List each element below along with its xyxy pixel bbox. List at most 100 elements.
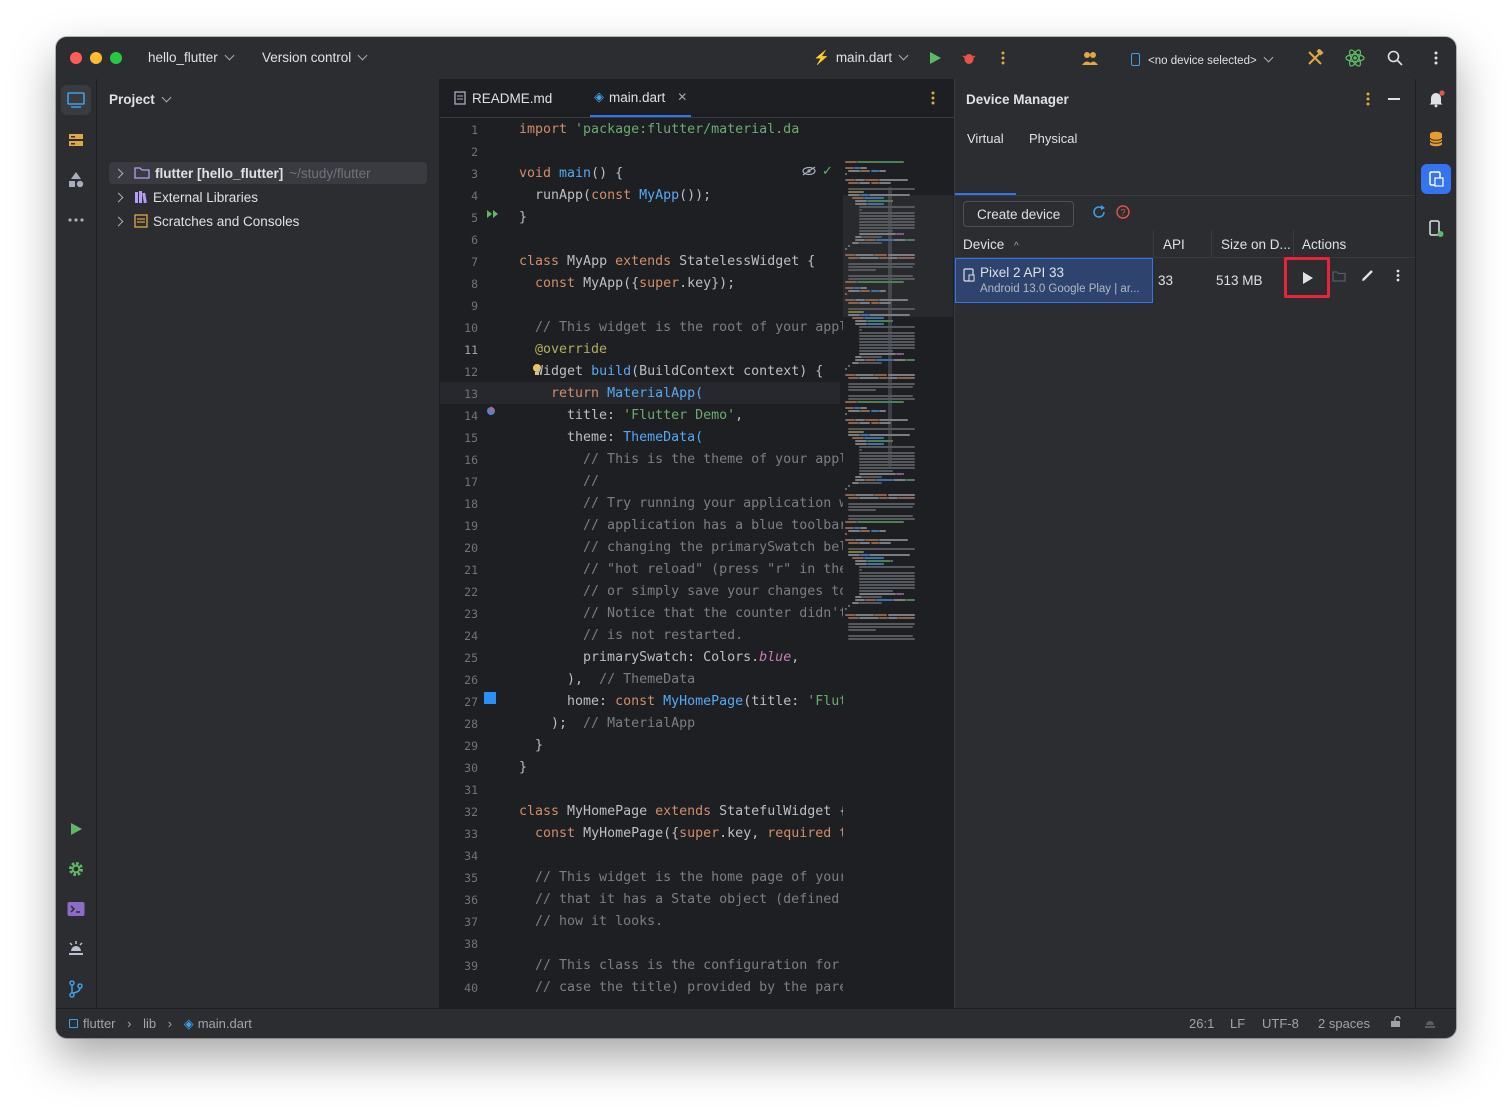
launch-device-button[interactable] [1284,257,1330,298]
dart-file-icon: ◈ [183,1016,194,1031]
vcs-menu[interactable]: Version control [262,50,368,65]
device-more-button[interactable] [1396,269,1400,285]
minimap-mark [858,335,915,337]
minimap-mark [845,488,847,490]
notifications-button[interactable] [1421,84,1451,114]
device-selector[interactable]: <no device selected> [1131,51,1274,67]
code-token: main [559,166,592,181]
help-icon: ? [1116,205,1130,219]
column-device[interactable]: Device ^ [963,237,1019,252]
line-number: 4 [471,189,478,203]
override-gutter-icon[interactable] [485,405,497,420]
edit-device-button[interactable] [1361,268,1375,285]
tab-readme[interactable]: README.md [454,79,552,117]
run-config-selector[interactable]: ⚡ main.dart [813,50,909,66]
more-vertical-icon [931,91,935,105]
tab-virtual[interactable]: Virtual [967,131,1004,146]
search-button[interactable] [1384,47,1406,69]
hide-panel-icon[interactable] [1388,98,1400,100]
tree-item-external-libraries[interactable]: External Libraries [109,186,427,208]
minimap-mark [887,497,898,499]
logcat-tool-button[interactable] [61,934,91,964]
minimap-mark [860,530,871,532]
breadcrumb-item[interactable]: lib [143,1016,156,1031]
readonly-toggle[interactable] [1390,1015,1402,1031]
line-number: 19 [464,519,478,533]
services-tool-button[interactable] [61,854,91,884]
help-button[interactable]: ? [1116,205,1130,222]
debug-button[interactable] [958,47,980,69]
chevron-down-icon [224,50,235,61]
hammer-icon [1308,49,1324,65]
run-tool-button[interactable] [61,814,91,844]
minimap-mark [906,479,915,481]
create-device-button[interactable]: Create device [963,201,1075,227]
project-switcher[interactable]: hello_flutter [148,50,235,65]
more-actions-button[interactable] [992,47,1014,69]
indent-setting[interactable]: 2 spaces [1318,1016,1370,1031]
git-tool-button[interactable] [61,974,91,1004]
device-api: 33 [1158,273,1174,288]
tree-item-flutter-root[interactable]: flutter [hello_flutter] ~/study/flutter [109,162,427,184]
inspection-ok-icon[interactable]: ✓ [822,163,833,179]
run-gutter-icon[interactable] [486,207,500,222]
close-tab-icon[interactable]: ✕ [677,90,687,104]
breadcrumb-item[interactable]: flutter [83,1016,116,1031]
refresh-button[interactable] [1092,205,1106,222]
minimap-mark [867,203,885,205]
run-button[interactable] [924,47,946,69]
minimap-mark [858,338,915,340]
reader-mode-icon[interactable] [802,164,816,179]
device-manager-tool-button[interactable] [1421,164,1451,194]
flutter-inspector-button[interactable] [1344,47,1366,69]
minimap-mark [853,407,861,409]
code-line: // is not restarted. [519,625,743,647]
minimap-mark [873,374,888,376]
line-separator[interactable]: LF [1230,1016,1245,1031]
main-menu-button[interactable] [1425,47,1447,69]
project-panel-title[interactable]: Project [109,92,172,107]
code-editor: README.md ◈ main.dart ✕ 1 2 3 4 5 6 7 8 9 10 11 12 1… [440,79,955,1008]
build-tools-button[interactable] [1304,47,1326,69]
project-tool-button[interactable] [61,85,91,115]
device-manager-options-button[interactable] [1366,92,1370,109]
column-actions[interactable]: Actions [1302,237,1346,252]
minimap-mark [865,359,876,361]
minimap-mark [867,320,891,322]
minimap-mark [855,203,868,205]
caret-position[interactable]: 26:1 [1189,1016,1214,1031]
code-area[interactable]: import 'package:flutter/material.da void … [519,119,843,1008]
running-devices-button[interactable] [1421,214,1451,244]
code-token: ()); [679,188,712,203]
close-window-button[interactable] [70,52,82,64]
tree-item-path: ~/study/flutter [289,165,371,181]
minimize-window-button[interactable] [90,52,102,64]
column-size[interactable]: Size on D... [1221,237,1291,252]
column-api[interactable]: API [1163,237,1185,252]
minimap-mark [858,353,896,355]
color-swatch-icon[interactable] [484,692,496,704]
editor-tabs-menu-button[interactable] [931,91,935,108]
minimap-mark [858,566,915,568]
line-number: 25 [464,651,478,665]
resource-manager-button[interactable] [61,165,91,195]
inspection-widget[interactable] [1423,1016,1437,1033]
code-minimap[interactable] [843,159,953,640]
terminal-tool-button[interactable] [61,894,91,924]
breadcrumb-item[interactable]: main.dart [198,1016,252,1031]
tree-item-scratches[interactable]: Scratches and Consoles [109,210,427,232]
minimap-mark [858,224,915,226]
line-number: 7 [471,255,478,269]
tab-main-dart[interactable]: ◈ main.dart ✕ [590,79,692,117]
code-line: // changing the primarySwatch bel [519,537,843,559]
database-button[interactable] [1421,124,1451,154]
code-with-me-button[interactable] [1079,47,1101,69]
more-tools-button[interactable] [61,205,91,235]
minimap-mark [848,194,861,196]
tab-physical[interactable]: Physical [1029,131,1077,146]
open-device-folder-button[interactable] [1332,270,1346,285]
zoom-window-button[interactable] [110,52,122,64]
file-encoding[interactable]: UTF-8 [1262,1016,1299,1031]
minimap-mark [865,179,879,181]
structure-tool-button[interactable] [61,125,91,155]
